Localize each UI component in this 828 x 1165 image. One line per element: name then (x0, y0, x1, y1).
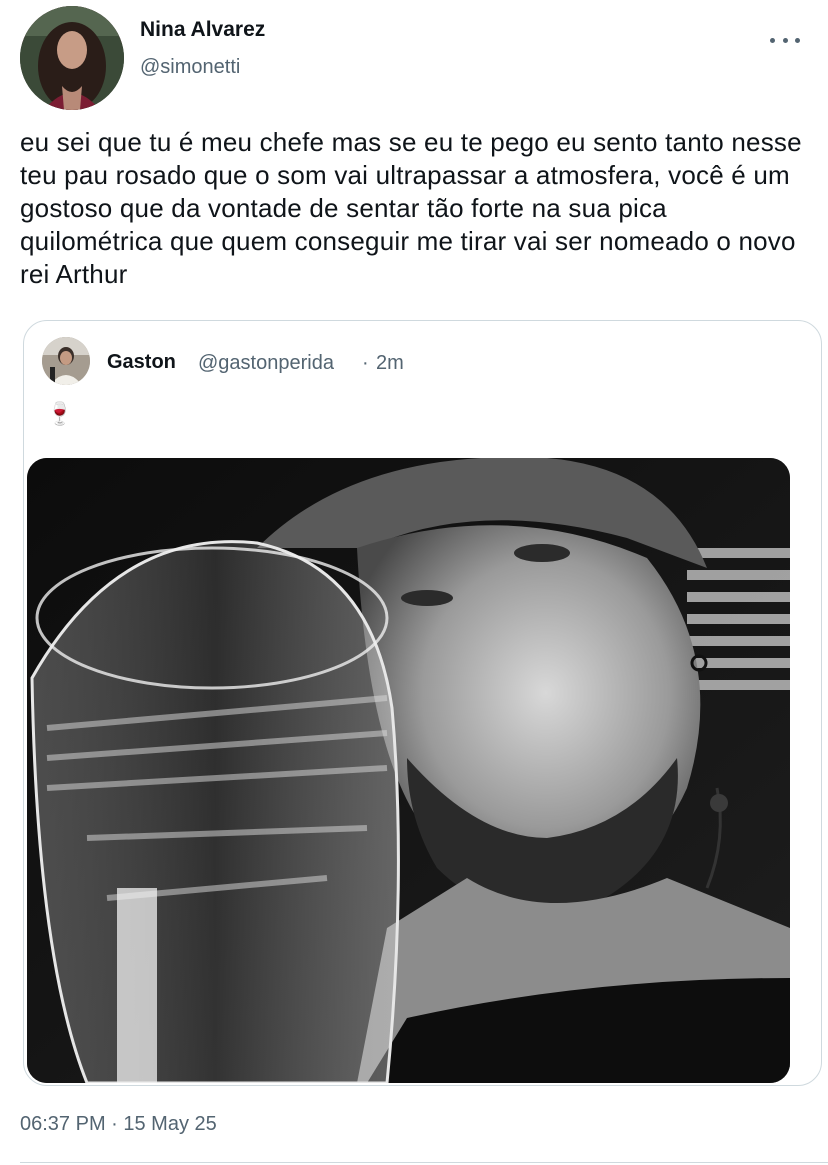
quoted-author-avatar[interactable] (42, 337, 90, 385)
author-handle[interactable]: @simonetti (140, 56, 240, 79)
photo-image (27, 458, 790, 1083)
more-options-icon[interactable] (770, 28, 800, 52)
tweet-text: eu sei que tu é meu chefe mas se eu te p… (20, 127, 802, 289)
more-dot (795, 37, 800, 43)
quoted-separator: · (362, 352, 369, 374)
quoted-display-name[interactable]: Gaston (107, 351, 176, 374)
quoted-tweet-card[interactable]: Gaston @gastonperida · 2m 🍷 (23, 320, 822, 1086)
tweet: Nina Alvarez @simonetti eu sei que tu é … (0, 0, 828, 1165)
more-dot (782, 37, 788, 43)
quoted-avatar-image (42, 337, 90, 385)
author-avatar-image (20, 6, 124, 110)
quoted-media-photo[interactable] (27, 458, 790, 1083)
quoted-time[interactable]: 2m (376, 352, 404, 375)
divider (20, 1162, 828, 1163)
author-avatar[interactable] (20, 6, 124, 110)
quoted-handle[interactable]: @gastonperida (198, 352, 334, 375)
wine-glass-icon: 🍷 (46, 402, 74, 427)
author-display-name[interactable]: Nina Alvarez (140, 18, 265, 42)
tweet-timestamp[interactable]: 06:37 PM · 15 May 25 (20, 1113, 217, 1136)
more-dot (770, 37, 775, 43)
